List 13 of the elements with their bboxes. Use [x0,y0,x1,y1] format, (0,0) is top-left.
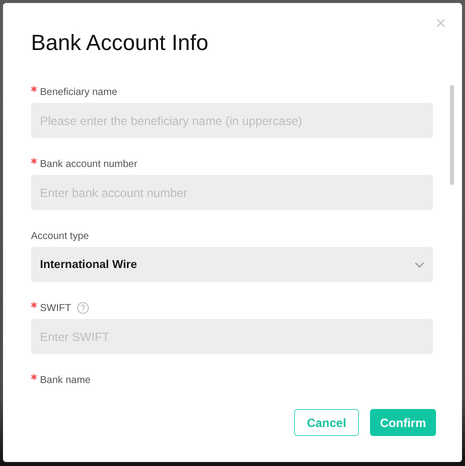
dialog-title: Bank Account Info [31,29,210,57]
cancel-button[interactable]: Cancel [294,409,359,436]
scrollbar[interactable] [450,85,454,185]
close-button[interactable]: × [431,11,450,35]
field-label: Bank account number [40,158,138,170]
account-type-dropdown[interactable]: International Wire [31,247,433,282]
chevron-down-icon [415,262,424,268]
field-label: Account type [31,230,89,242]
field-label: Beneficiary name [40,86,118,98]
field-label: Bank name [40,374,91,386]
help-icon[interactable] [77,302,90,314]
field-label: SWIFT [40,302,72,314]
confirm-button[interactable]: Confirm [370,409,436,436]
